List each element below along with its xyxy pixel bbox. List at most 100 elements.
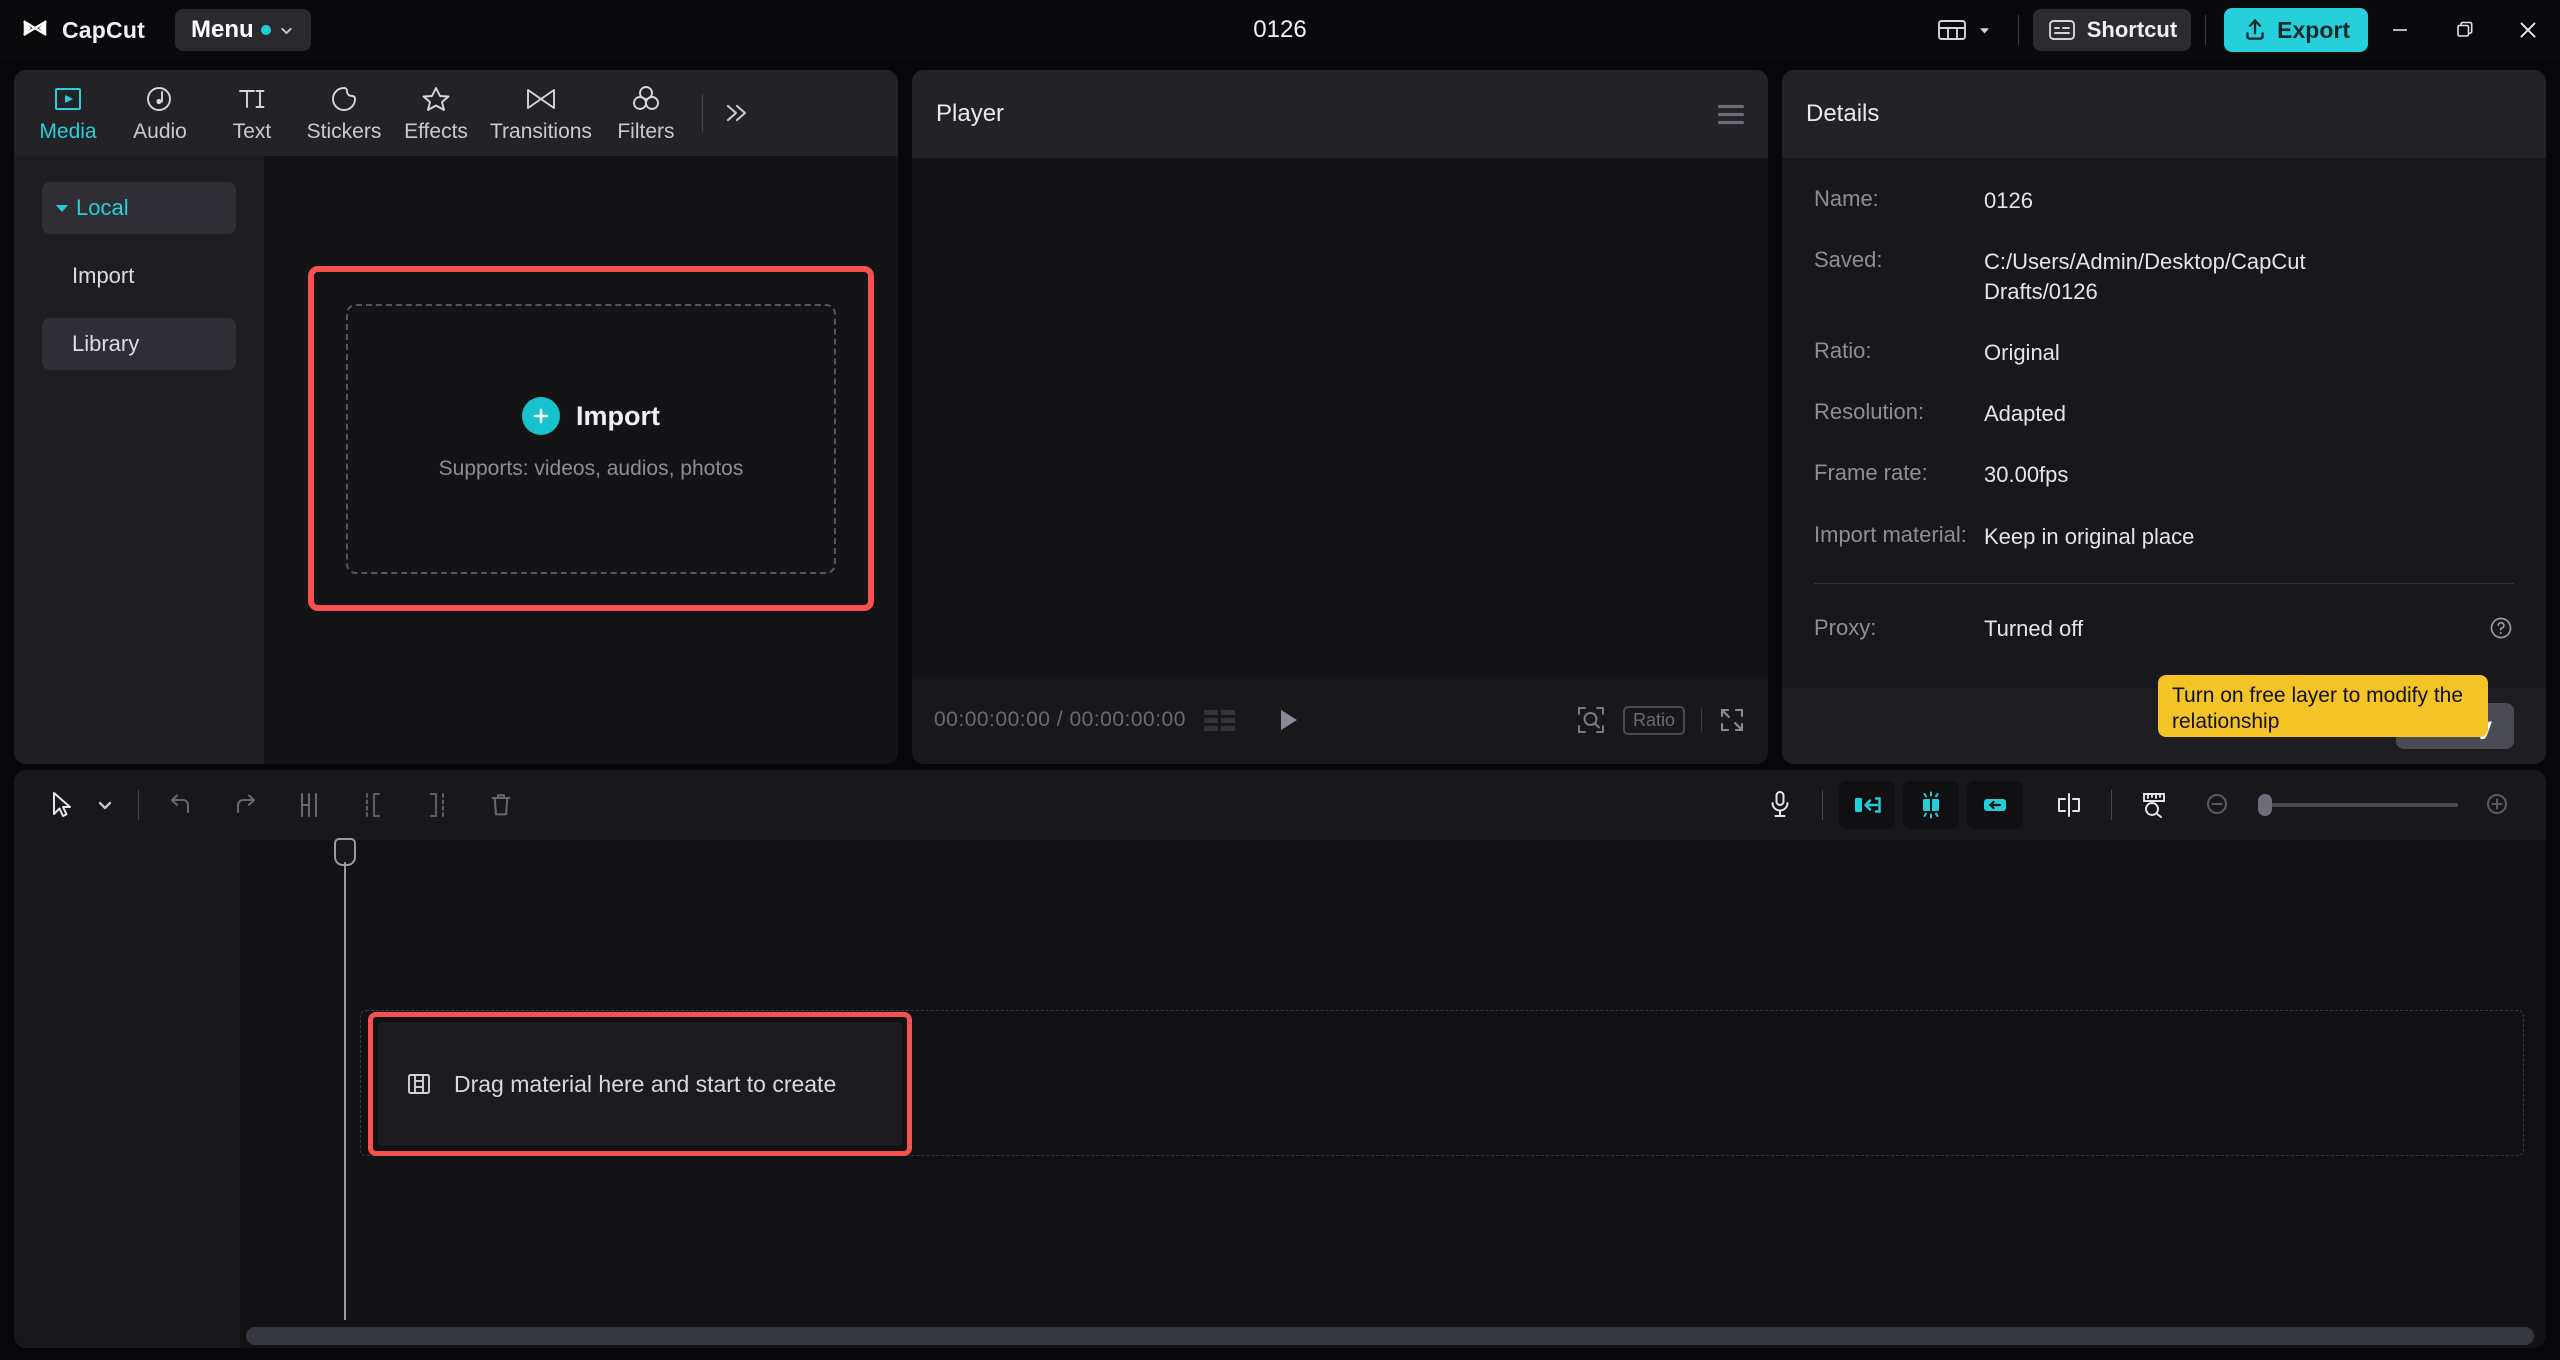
layout-switcher-button[interactable]	[1925, 17, 2004, 43]
sidebar-item-local[interactable]: Local	[42, 182, 236, 234]
mirror-left-icon	[1850, 792, 1884, 818]
details-body: Name: 0126 Saved: C:/Users/Admin/Desktop…	[1782, 158, 2546, 688]
tab-media[interactable]: Media	[22, 73, 114, 153]
zoom-in-icon[interactable]	[2472, 779, 2524, 831]
tab-audio[interactable]: Audio	[114, 73, 206, 153]
player-controls-bar: 00:00:00:00 / 00:00:00:00 R	[912, 676, 1768, 764]
redo-icon[interactable]	[219, 779, 271, 831]
ruler-zoom-icon[interactable]	[2128, 779, 2180, 831]
trash-icon[interactable]	[475, 779, 527, 831]
drag-material-prompt[interactable]: Drag material here and start to create	[378, 1022, 902, 1146]
tab-filters[interactable]: Filters	[600, 73, 692, 153]
tab-label: Effects	[404, 120, 468, 144]
details-key: Import material:	[1814, 522, 1984, 551]
tab-transitions[interactable]: Transitions	[482, 73, 600, 153]
details-row-proxy: Proxy: Turned off	[1814, 614, 2514, 643]
details-key: Saved:	[1814, 247, 1984, 306]
trim-left-icon[interactable]	[347, 779, 399, 831]
shortcut-button[interactable]: Shortcut	[2033, 9, 2191, 51]
divider	[138, 790, 139, 820]
tab-text[interactable]: Text	[206, 73, 298, 153]
details-key: Ratio:	[1814, 338, 1984, 367]
restore-icon[interactable]	[2432, 0, 2496, 60]
effects-star-icon	[420, 83, 452, 115]
sidebar-item-import[interactable]: Import	[42, 250, 236, 302]
timeline-zoom-slider[interactable]	[2258, 803, 2458, 807]
timeline-horizontal-scrollbar[interactable]	[246, 1327, 2534, 1345]
player-timecode: 00:00:00:00 / 00:00:00:00	[934, 708, 1186, 732]
play-icon[interactable]	[1275, 706, 1301, 734]
media-content-area: Import Supports: videos, audios, photos	[264, 156, 898, 764]
capcut-logo-icon	[20, 15, 50, 45]
frame-grid-icon[interactable]	[1204, 710, 1235, 731]
magnifier-frame-icon[interactable]	[1575, 704, 1607, 736]
divider	[2111, 790, 2112, 820]
menu-button[interactable]: Menu	[175, 9, 311, 51]
player-header: Player	[912, 70, 1768, 158]
export-label: Export	[2277, 17, 2350, 44]
zoom-out-icon[interactable]	[2192, 779, 2244, 831]
player-panel: Player 00:00:00:00 / 00:00:00:00	[912, 70, 1768, 764]
sticker-droplet-icon	[328, 83, 360, 115]
fullscreen-icon[interactable]	[1718, 706, 1746, 734]
tab-label: Audio	[133, 120, 187, 144]
timeline-toolbar	[14, 770, 2546, 840]
tab-label: Text	[233, 120, 272, 144]
tab-stickers[interactable]: Stickers	[298, 73, 390, 153]
undo-icon[interactable]	[155, 779, 207, 831]
player-preview-stage[interactable]	[912, 158, 1768, 676]
details-value: 30.00fps	[1984, 460, 2068, 489]
chevron-down-icon	[278, 22, 295, 39]
player-right-controls: Ratio	[1575, 704, 1746, 736]
tab-effects[interactable]: Effects	[390, 73, 482, 153]
current-time: 00:00:00:00	[934, 708, 1050, 731]
details-panel: Details Name: 0126 Saved: C:/Users/Admin…	[1782, 70, 2546, 764]
plus-circle-icon	[522, 397, 560, 435]
trim-right-icon[interactable]	[411, 779, 463, 831]
editor-panels: Media Audio	[0, 60, 2560, 760]
minimize-icon[interactable]	[2368, 0, 2432, 60]
import-title: Import	[576, 401, 660, 432]
freeze-icon[interactable]	[2043, 779, 2095, 831]
details-value: Original	[1984, 338, 2060, 367]
hamburger-menu-icon[interactable]	[1718, 105, 1744, 124]
help-circle-icon[interactable]	[2488, 615, 2514, 641]
audio-note-icon	[144, 83, 176, 115]
details-value: Turned off	[1984, 614, 2083, 643]
details-value: C:/Users/Admin/Desktop/CapCut Drafts/012…	[1984, 247, 2414, 306]
shortcut-label: Shortcut	[2087, 17, 2177, 43]
layout-panels-icon	[1937, 17, 1967, 43]
tab-label: Media	[39, 120, 96, 144]
adjust-icon	[1914, 790, 1948, 820]
mirror-button[interactable]	[1839, 781, 1895, 829]
ratio-button[interactable]: Ratio	[1623, 706, 1685, 735]
link-icon	[1978, 793, 2012, 817]
chevron-double-right-icon[interactable]	[709, 73, 761, 153]
tool-tab-bar: Media Audio	[14, 70, 898, 156]
sidebar-item-library[interactable]: Library	[42, 318, 236, 370]
details-key: Resolution:	[1814, 399, 1984, 428]
divider	[2205, 15, 2206, 45]
details-value: Adapted	[1984, 399, 2066, 428]
microphone-icon[interactable]	[1754, 779, 1806, 831]
divider	[2018, 15, 2019, 45]
titlebar-right-controls: Shortcut Export	[1925, 0, 2560, 60]
close-icon[interactable]	[2496, 0, 2560, 60]
transitions-bowtie-icon	[524, 83, 558, 115]
tool-dropdown-chevron-down-icon[interactable]	[88, 779, 122, 831]
export-button[interactable]: Export	[2224, 8, 2368, 52]
divider	[1814, 583, 2514, 584]
split-icon[interactable]	[283, 779, 335, 831]
link-clips-button[interactable]	[1967, 781, 2023, 829]
details-key: Frame rate:	[1814, 460, 1984, 489]
import-dropzone[interactable]: Import Supports: videos, audios, photos	[346, 304, 836, 574]
select-cursor-icon[interactable]	[36, 779, 88, 831]
auto-adjust-button[interactable]	[1903, 781, 1959, 829]
details-row-saved: Saved: C:/Users/Admin/Desktop/CapCut Dra…	[1814, 247, 2514, 306]
timeline-playhead[interactable]	[344, 862, 346, 1320]
filters-circles-icon	[629, 83, 663, 115]
zoom-slider-handle[interactable]	[2258, 794, 2272, 816]
sidebar-item-label: Library	[72, 331, 139, 357]
details-row-ratio: Ratio: Original	[1814, 338, 2514, 367]
keyboard-icon	[2047, 16, 2077, 44]
